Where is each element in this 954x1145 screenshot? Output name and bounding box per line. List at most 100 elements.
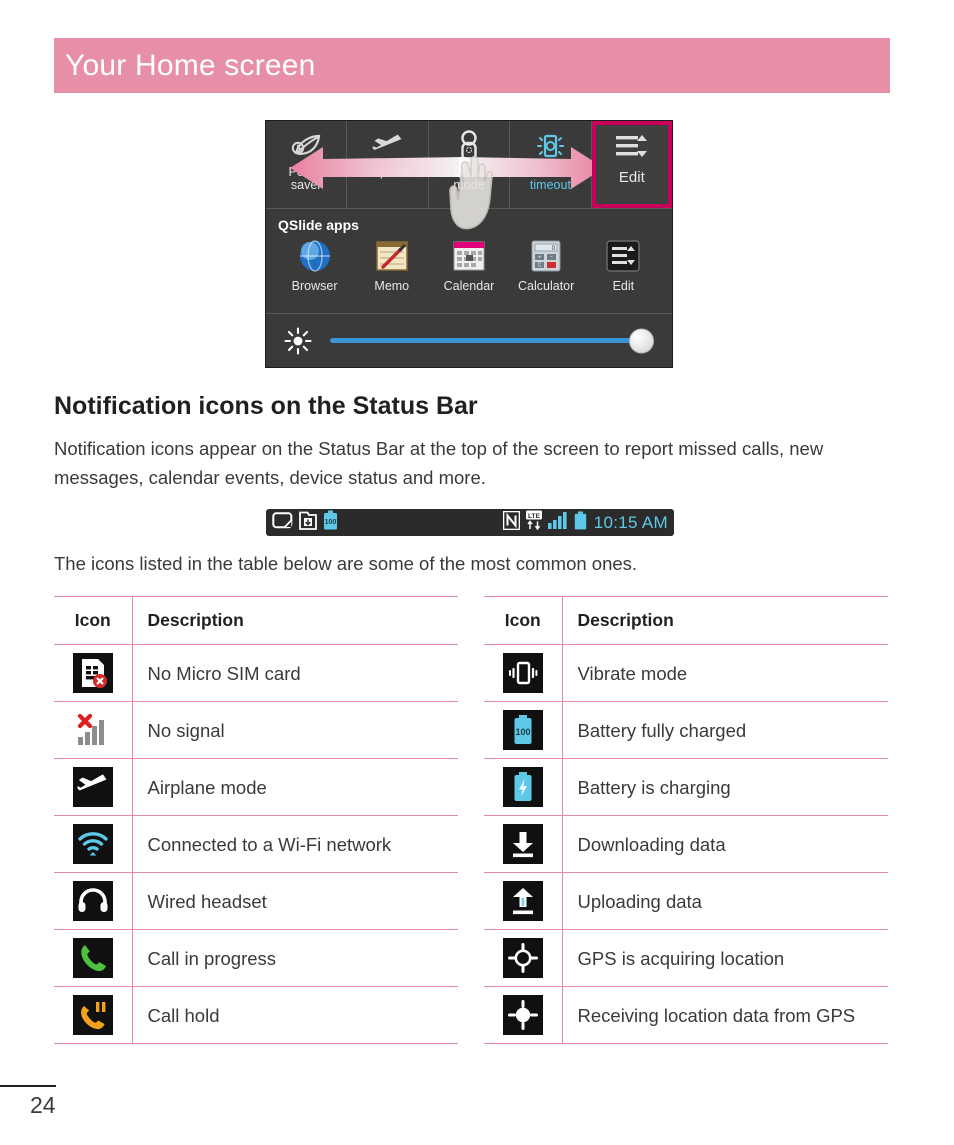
table-row: Uploading data (484, 872, 888, 930)
uploading-data-icon (502, 881, 543, 921)
battery-100-icon: 100 (323, 510, 338, 535)
table-row: Airplane mode (54, 758, 458, 816)
svg-text:+: + (538, 255, 541, 261)
table-header-row: Icon Description (484, 596, 888, 645)
qslide-app-label: Calculator (518, 279, 575, 293)
screen-timeout-icon (533, 129, 567, 163)
table-cell-icon: 100 (484, 701, 563, 759)
section-heading: Notification icons on the Status Bar (54, 392, 478, 420)
table-cell-description: Airplane mode (132, 758, 458, 816)
quick-setting-airplane[interactable]: Airplane (347, 121, 429, 208)
table-cell-icon (484, 644, 563, 702)
quick-setting-label: Airplane (364, 165, 411, 179)
calendar-icon (450, 237, 488, 275)
call-hold-icon (72, 995, 113, 1035)
svg-text:LTE: LTE (528, 513, 541, 520)
table-row: No Micro SIM card (54, 644, 458, 702)
qslide-app-memo[interactable]: Memo (354, 237, 430, 293)
table-header-icon: Icon (484, 596, 563, 645)
no-signal-icon (73, 710, 113, 750)
svg-text:−: − (550, 255, 553, 261)
airplane-icon (372, 129, 404, 163)
wifi-connected-icon (72, 824, 113, 864)
notification-icons-table-right: Icon Description Vibrate mode 100 Batter… (484, 596, 888, 1044)
quick-setting-quiet-mode[interactable]: Quiet mode (429, 121, 511, 208)
qslide-app-label: Calendar (443, 279, 495, 293)
qslide-apps-title: QSlide apps (278, 217, 359, 233)
table-row: Call in progress (54, 929, 458, 987)
svg-text:C: C (538, 263, 542, 269)
page-title: Your Home screen (65, 48, 316, 82)
footer-divider (0, 1085, 56, 1087)
quick-setting-edit[interactable]: Edit (591, 121, 672, 208)
table-cell-description: Battery fully charged (562, 701, 888, 759)
qslide-app-browser[interactable]: Browser (277, 237, 353, 293)
table-cell-icon (484, 815, 563, 873)
table-cell-description: No Micro SIM card (132, 644, 458, 702)
table-row: Call hold (54, 986, 458, 1044)
page-number: 24 (30, 1092, 56, 1118)
table-cell-description: Vibrate mode (562, 644, 888, 702)
edit-list-icon (614, 129, 650, 163)
table-row: Downloading data (484, 815, 888, 873)
table-row: GPS is acquiring location (484, 929, 888, 987)
quick-setting-label: Power saver (288, 165, 324, 192)
quick-setting-power-saver[interactable]: Power saver (266, 121, 348, 208)
table-cell-icon (484, 929, 563, 987)
table-cell-description: Connected to a Wi-Fi network (132, 815, 458, 873)
table-cell-icon (484, 872, 563, 930)
brightness-slider[interactable] (330, 328, 654, 353)
call-in-progress-icon (72, 938, 113, 978)
signal-bars-icon (547, 511, 569, 534)
table-row: Vibrate mode (484, 644, 888, 702)
table-header-description: Description (132, 596, 458, 645)
brightness-slider-knob[interactable] (629, 328, 654, 353)
table-cell-icon (54, 986, 133, 1044)
status-bar-right-icons: LTE 10:15 AM (502, 510, 668, 535)
table-header-row: Icon Description (54, 596, 458, 645)
table-row: Battery is charging (484, 758, 888, 816)
qslide-app-calculator[interactable]: 0 + − C Calculator (508, 237, 584, 293)
notification-icons-table-left: Icon Description No Micro SIM card No si… (54, 596, 458, 1044)
battery-full-icon: 100 (502, 710, 543, 750)
quick-setting-label: Screen timeout (529, 165, 571, 192)
brightness-sun-icon (280, 326, 316, 355)
status-bar-figure: 100 LTE 10:15 AM (266, 509, 674, 536)
table-cell-icon (54, 815, 133, 873)
nfc-icon (502, 510, 521, 535)
qslide-app-calendar[interactable]: Calendar (431, 237, 507, 293)
wired-headset-icon (72, 881, 113, 921)
quick-setting-screen-timeout[interactable]: Screen timeout (510, 121, 592, 208)
status-bar-clock: 10:15 AM (593, 512, 668, 532)
vibrate-mode-icon (502, 653, 543, 693)
table-row: Connected to a Wi-Fi network (54, 815, 458, 873)
gps-acquiring-icon (502, 938, 543, 978)
no-micro-sim-card-icon (72, 653, 113, 693)
table-cell-description: Downloading data (562, 815, 888, 873)
table-cell-icon (484, 986, 563, 1044)
phone-quick-settings-figure: Power saver Airplane Quiet mode Screen t… (265, 120, 673, 368)
svg-text:100: 100 (325, 519, 337, 526)
table-header-description: Description (562, 596, 888, 645)
table-cell-description: No signal (132, 701, 458, 759)
table-cell-icon (54, 644, 133, 702)
lte-data-icon: LTE (525, 510, 543, 535)
table-cell-icon (54, 872, 133, 930)
battery-charging-icon (502, 767, 543, 807)
quick-settings-row: Power saver Airplane Quiet mode Screen t… (266, 121, 672, 209)
browser-globe-icon (296, 237, 334, 275)
power-saver-icon (291, 129, 321, 163)
svg-text:100: 100 (515, 727, 530, 737)
table-header-icon: Icon (54, 596, 133, 645)
memo-notepad-icon (373, 237, 411, 275)
intro-paragraph: Notification icons appear on the Status … (54, 438, 824, 488)
table-cell-icon (54, 758, 133, 816)
quick-setting-label: Edit (618, 169, 645, 186)
edit-list-icon (604, 237, 642, 275)
download-to-device-icon (299, 511, 317, 535)
quiet-mode-icon (458, 129, 480, 163)
qslide-app-edit[interactable]: Edit (585, 237, 661, 293)
downloading-data-icon (502, 824, 543, 864)
airplane-mode-icon (72, 767, 113, 807)
table-row: Receiving location data from GPS (484, 986, 888, 1044)
